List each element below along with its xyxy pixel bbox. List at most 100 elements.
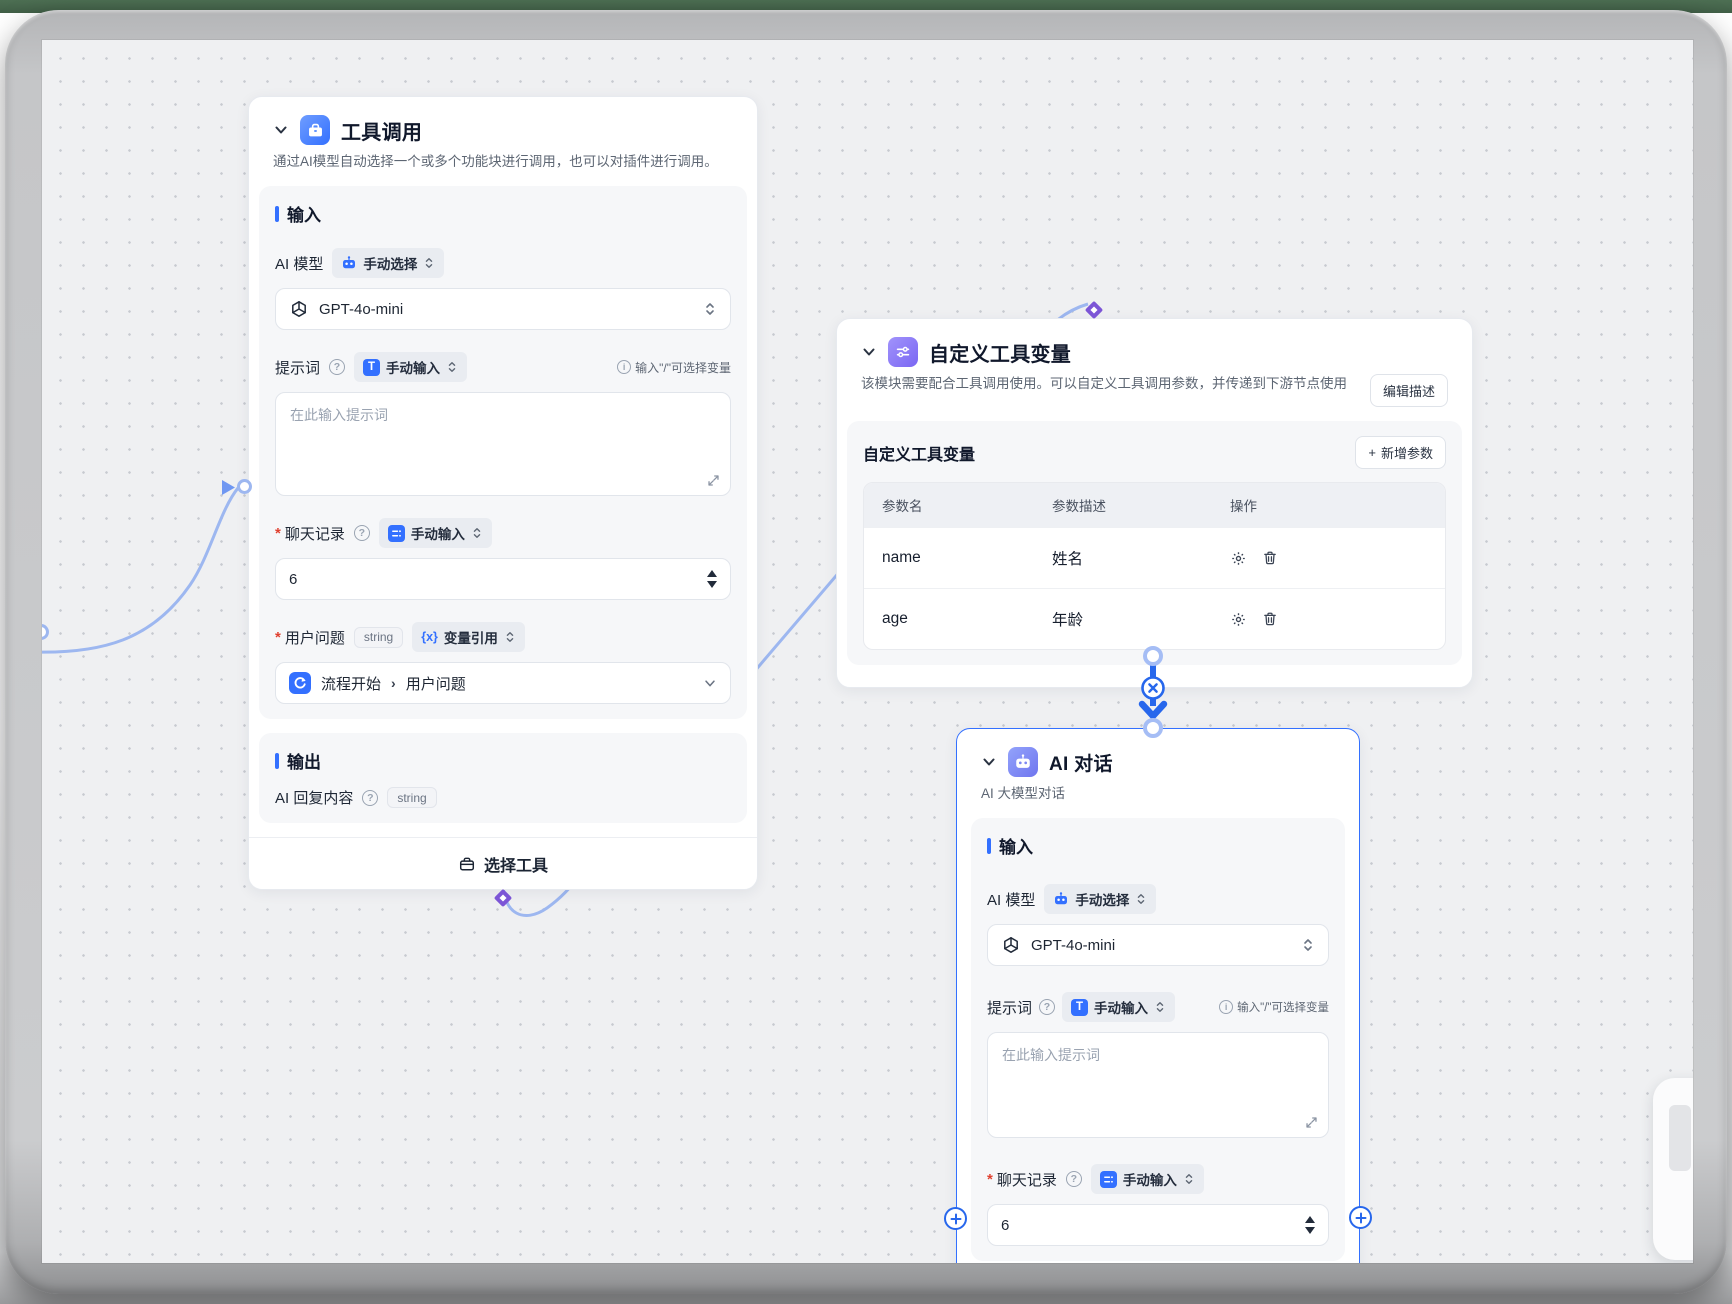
history-field-row: * 聊天记录 ? 手动输入: [987, 1164, 1329, 1194]
step-up-icon[interactable]: [707, 570, 717, 577]
gear-icon[interactable]: [1230, 550, 1247, 567]
history-number-input[interactable]: 6: [275, 558, 731, 600]
prompt-label: 提示词: [275, 357, 320, 378]
required-mark: *: [275, 629, 281, 646]
collapse-chevron-icon[interactable]: [981, 754, 997, 770]
table-row: age 年龄: [864, 588, 1445, 649]
help-icon[interactable]: ?: [329, 359, 345, 375]
model-select[interactable]: GPT-4o-mini: [275, 288, 731, 330]
node-title: 工具调用: [341, 116, 422, 145]
node-title: AI 对话: [1049, 749, 1113, 776]
model-mode-dropdown[interactable]: 手动选择: [1044, 884, 1156, 914]
node-custom-vars-header: 自定义工具变量: [861, 337, 1448, 367]
history-label: 聊天记录: [997, 1169, 1057, 1190]
question-mode-dropdown[interactable]: {x} 变量引用: [412, 622, 525, 652]
expand-icon[interactable]: [707, 474, 720, 487]
node-tool-call-header: 工具调用: [273, 115, 733, 145]
section-bar: [275, 753, 279, 769]
step-down-icon[interactable]: [707, 581, 717, 588]
ref-field: 用户问题: [406, 673, 466, 694]
chevron-updown-icon: [423, 256, 435, 270]
ref-separator: ›: [391, 675, 396, 691]
model-label: AI 模型: [987, 889, 1035, 910]
collapse-chevron-icon[interactable]: [861, 344, 877, 360]
dock-handle: [1669, 1105, 1691, 1171]
type-badge: string: [387, 787, 436, 808]
param-name: age: [864, 591, 1034, 647]
help-icon[interactable]: ?: [354, 525, 370, 541]
prompt-mode-dropdown[interactable]: T 手动输入: [354, 352, 467, 382]
col-param-desc: 参数描述: [1034, 483, 1212, 527]
param-name: name: [864, 530, 1034, 586]
prompt-mode-dropdown[interactable]: T 手动输入: [1062, 992, 1175, 1022]
flow-start-icon: [289, 672, 311, 694]
add-right-port[interactable]: [1349, 1206, 1372, 1229]
expand-icon[interactable]: [1305, 1116, 1318, 1129]
edge-arrowhead-icon: [1142, 704, 1164, 716]
node-top-port[interactable]: [1147, 720, 1162, 735]
select-tool-button[interactable]: 选择工具: [249, 837, 757, 889]
tool-input-handle[interactable]: [1085, 301, 1103, 319]
col-param-name: 参数名: [864, 483, 1034, 527]
trash-icon[interactable]: [1262, 611, 1278, 627]
collapse-chevron-icon[interactable]: [273, 122, 289, 138]
info-icon: i: [1219, 1000, 1233, 1014]
history-mode-dropdown[interactable]: 手动输入: [379, 518, 492, 548]
plus-icon: [950, 1213, 962, 1225]
prompt-field-row: 提示词 ? T 手动输入 i 输入"/"可选择变量: [987, 992, 1329, 1022]
robot-icon: [1053, 891, 1069, 907]
step-up-icon[interactable]: [1305, 1216, 1315, 1223]
help-icon[interactable]: ?: [362, 790, 378, 806]
add-param-button[interactable]: + 新增参数: [1355, 436, 1446, 469]
help-icon[interactable]: ?: [1039, 999, 1055, 1015]
chevron-updown-icon: [1154, 1000, 1166, 1014]
tool-output-handle[interactable]: [494, 889, 512, 907]
input-section: 输入 AI 模型 手动选择 GPT-4o-mini 提示词: [971, 818, 1345, 1261]
output-section-title: 输出: [275, 748, 731, 773]
step-down-icon[interactable]: [1305, 1227, 1315, 1234]
prompt-textarea[interactable]: [275, 392, 731, 496]
trash-icon[interactable]: [1262, 550, 1278, 566]
prompt-textarea[interactable]: [987, 1032, 1329, 1138]
history-value: 6: [1001, 1217, 1009, 1234]
node-tool-call[interactable]: 工具调用 通过AI模型自动选择一个或多个功能块进行调用，也可以对插件进行调用。 …: [248, 96, 758, 890]
flow-canvas[interactable]: 工具调用 通过AI模型自动选择一个或多个功能块进行调用，也可以对插件进行调用。 …: [42, 40, 1693, 1263]
gear-icon[interactable]: [1230, 611, 1247, 628]
robot-icon: [341, 255, 357, 271]
node-custom-vars[interactable]: 自定义工具变量 该模块需要配合工具调用使用。可以自定义工具调用参数，并传递到下游…: [836, 318, 1473, 688]
chevron-down-icon: [703, 676, 717, 690]
briefcase-icon: [300, 115, 330, 145]
input-section-title: 输入: [987, 833, 1329, 858]
model-field-row: AI 模型 手动选择: [275, 248, 731, 278]
node-subtitle: AI 大模型对话: [981, 784, 1335, 804]
edit-description-button[interactable]: 编辑描述: [1370, 374, 1448, 407]
side-dock[interactable]: [1653, 1078, 1693, 1260]
model-mode-dropdown[interactable]: 手动选择: [332, 248, 444, 278]
question-field-row: * 用户问题 string {x} 变量引用: [275, 622, 731, 652]
node-ai-chat[interactable]: AI 对话 AI 大模型对话 输入 AI 模型 手动选择: [956, 728, 1360, 1263]
slash-hint: i 输入"/"可选择变量: [617, 359, 731, 376]
chevron-updown-icon: [1135, 892, 1147, 906]
add-left-port[interactable]: [944, 1207, 967, 1230]
briefcase-outline-icon: [458, 855, 476, 873]
question-label: 用户问题: [285, 627, 345, 648]
required-mark: *: [987, 1171, 993, 1188]
robot-icon: [1008, 747, 1038, 777]
param-desc: 年龄: [1034, 589, 1212, 649]
number-stepper[interactable]: [1305, 1216, 1315, 1234]
help-icon[interactable]: ?: [1066, 1171, 1082, 1187]
history-number-input[interactable]: 6: [987, 1204, 1329, 1246]
history-mode-dropdown[interactable]: 手动输入: [1091, 1164, 1204, 1194]
history-input-icon: [1100, 1171, 1117, 1188]
table-header-row: 参数名 参数描述 操作: [864, 483, 1445, 527]
model-value: GPT-4o-mini: [1031, 937, 1115, 954]
type-badge: string: [354, 627, 403, 648]
model-select[interactable]: GPT-4o-mini: [987, 924, 1329, 966]
question-ref-select[interactable]: 流程开始 › 用户问题: [275, 662, 731, 704]
prompt-label: 提示词: [987, 997, 1032, 1018]
model-field-row: AI 模型 手动选择: [987, 884, 1329, 914]
node-left-port[interactable]: [237, 479, 252, 494]
number-stepper[interactable]: [707, 570, 717, 588]
info-icon: i: [617, 360, 631, 374]
required-mark: *: [275, 525, 281, 542]
